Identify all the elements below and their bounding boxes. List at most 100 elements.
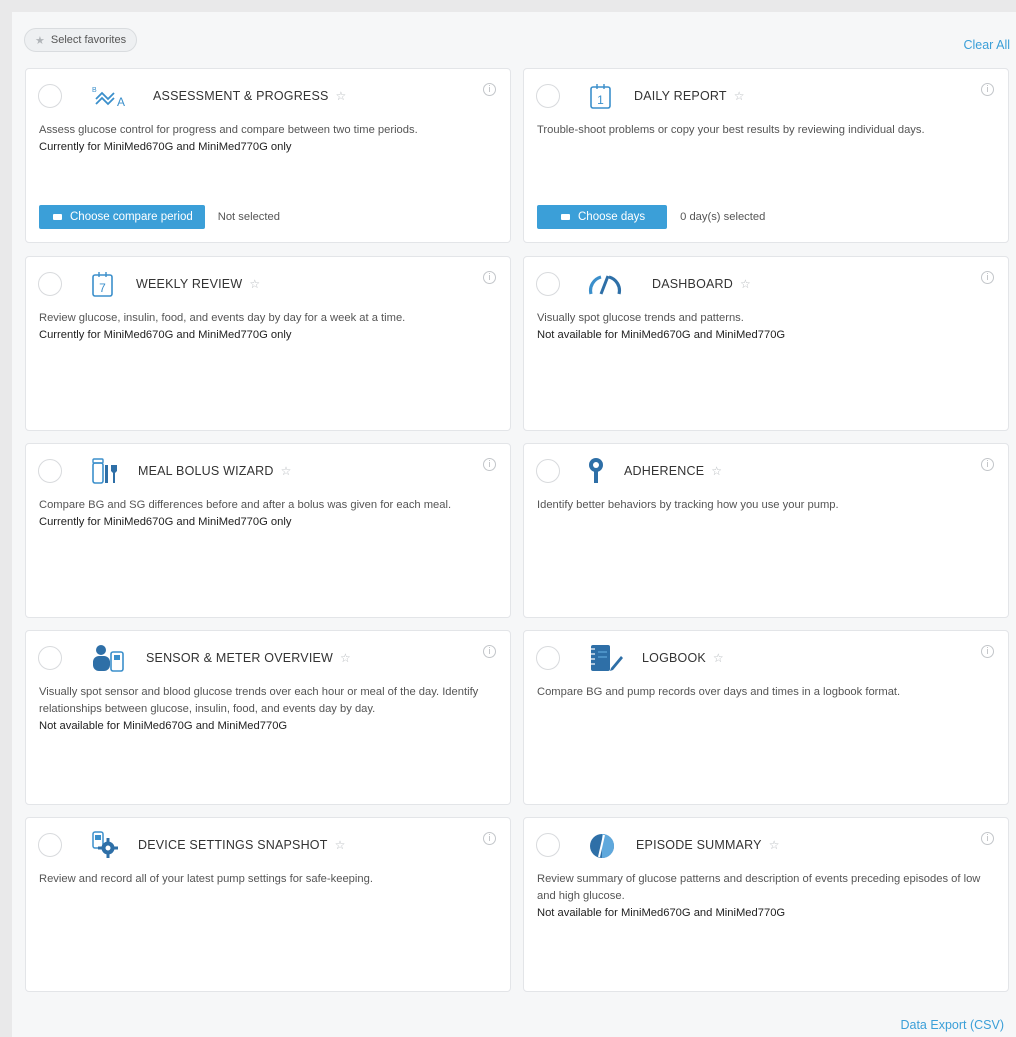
favorite-star-icon[interactable]: ☆ xyxy=(249,277,260,291)
availability-note: Not available for MiniMed670G and MiniMe… xyxy=(537,907,786,919)
report-card-dashboard[interactable]: DASHBOARD ☆ i Visually spot glucose tren… xyxy=(523,256,1009,431)
availability-note: Currently for MiniMed670G and MiniMed770… xyxy=(39,329,292,341)
report-card-weekly-review[interactable]: 7 WEEKLY REVIEW ☆ i Review glucose, insu… xyxy=(25,256,511,431)
description-text: Compare BG and SG differences before and… xyxy=(39,499,452,511)
device-settings-icon xyxy=(90,830,124,860)
report-card-meal-bolus-wizard[interactable]: MEAL BOLUS WIZARD ☆ i Compare BG and SG … xyxy=(25,443,511,618)
info-icon[interactable]: i xyxy=(483,458,496,471)
svg-text:A: A xyxy=(117,95,125,109)
selection-status: 0 day(s) selected xyxy=(680,211,766,223)
report-card-sensor-meter-overview[interactable]: SENSOR & METER OVERVIEW ☆ i Visually spo… xyxy=(25,630,511,805)
select-radio[interactable] xyxy=(536,272,560,296)
calendar-icon xyxy=(561,214,570,220)
favorite-star-icon[interactable]: ☆ xyxy=(281,464,292,478)
select-radio[interactable] xyxy=(536,459,560,483)
calendar-day-number: 1 xyxy=(597,93,604,107)
description-text: Visually spot glucose trends and pattern… xyxy=(537,312,744,324)
card-title-text: MEAL BOLUS WIZARD xyxy=(138,464,274,478)
info-icon[interactable]: i xyxy=(483,832,496,845)
availability-note: Not available for MiniMed670G and MiniMe… xyxy=(39,720,288,732)
info-icon[interactable]: i xyxy=(981,645,994,658)
card-title: DAILY REPORT ☆ xyxy=(634,89,745,103)
action-row: Choose days 0 day(s) selected xyxy=(537,205,765,229)
card-description: Visually spot glucose trends and pattern… xyxy=(537,310,996,344)
select-radio[interactable] xyxy=(536,833,560,857)
favorite-star-icon[interactable]: ☆ xyxy=(340,651,351,665)
card-title: ASSESSMENT & PROGRESS ☆ xyxy=(153,89,347,103)
info-icon[interactable]: i xyxy=(981,83,994,96)
report-card-episode-summary[interactable]: EPISODE SUMMARY ☆ i Review summary of gl… xyxy=(523,817,1009,992)
favorite-star-icon[interactable]: ☆ xyxy=(769,838,780,852)
report-card-logbook[interactable]: LOGBOOK ☆ i Compare BG and pump records … xyxy=(523,630,1009,805)
description-text: Review and record all of your latest pum… xyxy=(39,873,373,885)
choose-compare-period-button[interactable]: Choose compare period xyxy=(39,205,205,229)
report-card-adherence[interactable]: ADHERENCE ☆ i Identify better behaviors … xyxy=(523,443,1009,618)
card-title: MEAL BOLUS WIZARD ☆ xyxy=(138,464,292,478)
description-text: Trouble-shoot problems or copy your best… xyxy=(537,124,925,136)
info-icon[interactable]: i xyxy=(483,83,496,96)
card-title-text: LOGBOOK xyxy=(642,651,706,665)
info-icon[interactable]: i xyxy=(981,832,994,845)
calendar-icon xyxy=(53,214,62,220)
select-radio[interactable] xyxy=(38,646,62,670)
card-description: Compare BG and pump records over days an… xyxy=(537,684,996,701)
favorite-star-icon[interactable]: ☆ xyxy=(711,464,722,478)
select-radio[interactable] xyxy=(38,833,62,857)
select-radio[interactable] xyxy=(536,84,560,108)
card-description: Review and record all of your latest pum… xyxy=(39,871,498,888)
info-icon[interactable]: i xyxy=(981,271,994,284)
logbook-icon xyxy=(588,643,623,673)
report-card-device-settings-snapshot[interactable]: DEVICE SETTINGS SNAPSHOT ☆ i Review and … xyxy=(25,817,511,992)
card-title-text: ASSESSMENT & PROGRESS xyxy=(153,89,329,103)
info-icon[interactable]: i xyxy=(981,458,994,471)
calendar-week-number: 7 xyxy=(99,281,106,295)
button-label: Choose days xyxy=(578,211,646,223)
card-title: LOGBOOK ☆ xyxy=(642,651,724,665)
availability-note: Currently for MiniMed670G and MiniMed770… xyxy=(39,516,292,528)
description-text: Compare BG and pump records over days an… xyxy=(537,686,901,698)
card-title-text: SENSOR & METER OVERVIEW xyxy=(146,651,334,665)
report-card-daily-report[interactable]: 1 DAILY REPORT ☆ i Trouble-shoot problem… xyxy=(523,68,1009,243)
action-row: Choose compare period Not selected xyxy=(39,205,280,229)
description-text: Assess glucose control for progress and … xyxy=(39,124,418,136)
select-radio[interactable] xyxy=(536,646,560,670)
info-icon[interactable]: i xyxy=(483,271,496,284)
card-description: Identify better behaviors by tracking ho… xyxy=(537,497,996,514)
episode-icon xyxy=(588,832,622,862)
info-icon[interactable]: i xyxy=(483,645,496,658)
card-description: Review summary of glucose patterns and d… xyxy=(537,871,996,922)
select-radio[interactable] xyxy=(38,272,62,296)
description-text: Review glucose, insulin, food, and event… xyxy=(39,312,406,324)
availability-note: Not available for MiniMed670G and MiniMe… xyxy=(537,329,786,341)
button-label: Choose compare period xyxy=(70,211,193,223)
card-description: Visually spot sensor and blood glucose t… xyxy=(39,684,498,735)
card-title: DASHBOARD ☆ xyxy=(652,277,751,291)
favorite-star-icon[interactable]: ☆ xyxy=(713,651,724,665)
card-title: SENSOR & METER OVERVIEW ☆ xyxy=(146,651,351,665)
select-radio[interactable] xyxy=(38,84,62,108)
select-radio[interactable] xyxy=(38,459,62,483)
favorite-star-icon[interactable]: ☆ xyxy=(335,838,346,852)
card-title: ADHERENCE ☆ xyxy=(624,464,722,478)
select-favorites-label: Select favorites xyxy=(50,34,127,46)
description-text: Visually spot sensor and blood glucose t… xyxy=(39,686,479,715)
favorite-star-icon[interactable]: ☆ xyxy=(734,89,745,103)
choose-days-button[interactable]: Choose days xyxy=(537,205,668,229)
clear-all-link[interactable]: Clear All xyxy=(963,38,1010,52)
card-description: Review glucose, insulin, food, and event… xyxy=(39,310,498,344)
favorite-star-icon[interactable]: ☆ xyxy=(740,277,751,291)
star-icon: ★ xyxy=(35,34,45,47)
favorite-star-icon[interactable]: ☆ xyxy=(336,89,347,103)
card-title-text: ADHERENCE xyxy=(624,464,705,478)
data-export-csv-link[interactable]: Data Export (CSV) xyxy=(900,1018,1004,1032)
select-favorites-button[interactable]: ★ Select favorites xyxy=(24,28,138,52)
description-text: Identify better behaviors by tracking ho… xyxy=(537,499,839,511)
report-card-assessment-progress[interactable]: B A ASSESSMENT & PROGRESS ☆ i Assess glu… xyxy=(25,68,511,243)
card-title-text: DASHBOARD xyxy=(652,277,733,291)
card-title: WEEKLY REVIEW ☆ xyxy=(136,277,260,291)
card-description: Compare BG and SG differences before and… xyxy=(39,497,498,531)
card-title: DEVICE SETTINGS SNAPSHOT ☆ xyxy=(138,838,346,852)
card-description: Trouble-shoot problems or copy your best… xyxy=(537,122,996,139)
card-title-text: DAILY REPORT xyxy=(634,89,727,103)
availability-note: Currently for MiniMed670G and MiniMed770… xyxy=(39,141,292,153)
